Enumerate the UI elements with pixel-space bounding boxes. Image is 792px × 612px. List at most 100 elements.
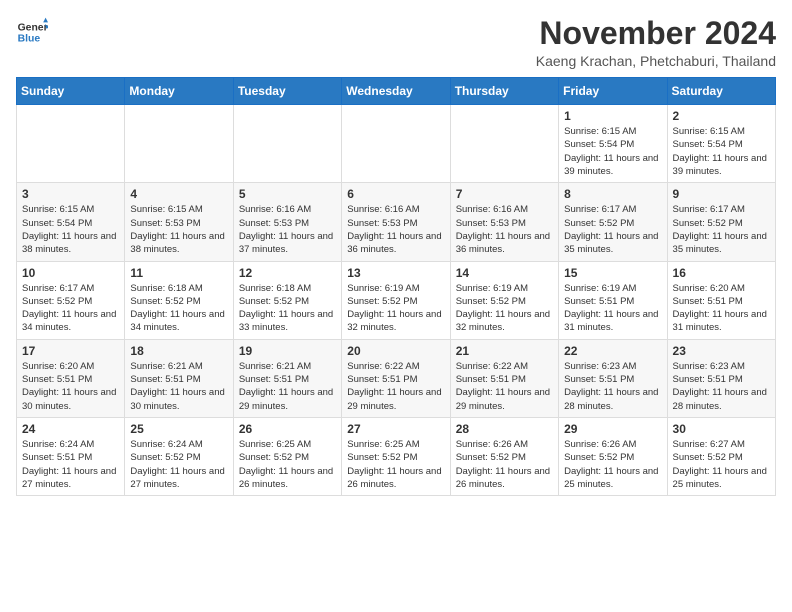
day-number: 19 xyxy=(239,344,336,358)
day-info: Sunrise: 6:20 AM Sunset: 5:51 PM Dayligh… xyxy=(673,282,770,335)
calendar-table: SundayMondayTuesdayWednesdayThursdayFrid… xyxy=(16,77,776,496)
calendar-cell: 21 Sunrise: 6:22 AM Sunset: 5:51 PM Dayli… xyxy=(450,339,558,417)
calendar-week-row: 17Sunrise: 6:20 AM Sunset: 5:51 PM Dayli… xyxy=(17,339,776,417)
weekday-header: Friday xyxy=(559,78,667,105)
day-number: 25 xyxy=(130,422,227,436)
calendar-week-row: 3Sunrise: 6:15 AM Sunset: 5:54 PM Daylig… xyxy=(17,183,776,261)
day-info: Sunrise: 6:22 AM Sunset: 5:51 PM Dayligh… xyxy=(456,360,553,413)
day-number: 7 xyxy=(456,187,553,201)
weekday-header: Saturday xyxy=(667,78,775,105)
day-number: 11 xyxy=(130,266,227,280)
day-info: Sunrise: 6:19 AM Sunset: 5:51 PM Dayligh… xyxy=(564,282,661,335)
title-area: November 2024 Kaeng Krachan, Phetchaburi… xyxy=(536,16,776,69)
calendar-cell: 24Sunrise: 6:24 AM Sunset: 5:51 PM Dayli… xyxy=(17,417,125,495)
day-info: Sunrise: 6:19 AM Sunset: 5:52 PM Dayligh… xyxy=(456,282,553,335)
calendar-cell: 14Sunrise: 6:19 AM Sunset: 5:52 PM Dayli… xyxy=(450,261,558,339)
calendar-cell: 13 Sunrise: 6:19 AM Sunset: 5:52 PM Dayli… xyxy=(342,261,450,339)
calendar-cell: 27Sunrise: 6:25 AM Sunset: 5:52 PM Dayli… xyxy=(342,417,450,495)
day-number: 30 xyxy=(673,422,770,436)
day-number: 12 xyxy=(239,266,336,280)
calendar-cell: 6 Sunrise: 6:16 AM Sunset: 5:53 PM Daylig… xyxy=(342,183,450,261)
calendar-cell: 19 Sunrise: 6:21 AM Sunset: 5:51 PM Dayli… xyxy=(233,339,341,417)
day-number: 26 xyxy=(239,422,336,436)
day-number: 27 xyxy=(347,422,444,436)
day-info: Sunrise: 6:15 AM Sunset: 5:54 PM Dayligh… xyxy=(564,125,661,178)
weekday-header: Wednesday xyxy=(342,78,450,105)
day-info: Sunrise: 6:24 AM Sunset: 5:52 PM Dayligh… xyxy=(130,438,227,491)
weekday-header: Monday xyxy=(125,78,233,105)
day-number: 13 xyxy=(347,266,444,280)
calendar-week-row: 24Sunrise: 6:24 AM Sunset: 5:51 PM Dayli… xyxy=(17,417,776,495)
calendar-cell: 8 Sunrise: 6:17 AM Sunset: 5:52 PM Daylig… xyxy=(559,183,667,261)
calendar-cell: 20 Sunrise: 6:22 AM Sunset: 5:51 PM Dayli… xyxy=(342,339,450,417)
day-info: Sunrise: 6:25 AM Sunset: 5:52 PM Dayligh… xyxy=(239,438,336,491)
day-number: 17 xyxy=(22,344,119,358)
page-header: General Blue November 2024 Kaeng Krachan… xyxy=(16,16,776,69)
calendar-cell: 9 Sunrise: 6:17 AM Sunset: 5:52 PM Daylig… xyxy=(667,183,775,261)
day-number: 23 xyxy=(673,344,770,358)
day-number: 4 xyxy=(130,187,227,201)
day-number: 9 xyxy=(673,187,770,201)
day-number: 16 xyxy=(673,266,770,280)
day-info: Sunrise: 6:15 AM Sunset: 5:53 PM Dayligh… xyxy=(130,203,227,256)
calendar-cell xyxy=(233,105,341,183)
svg-text:Blue: Blue xyxy=(18,34,41,45)
page-title: November 2024 xyxy=(536,16,776,51)
day-info: Sunrise: 6:22 AM Sunset: 5:51 PM Dayligh… xyxy=(347,360,444,413)
day-number: 20 xyxy=(347,344,444,358)
day-info: Sunrise: 6:16 AM Sunset: 5:53 PM Dayligh… xyxy=(347,203,444,256)
day-info: Sunrise: 6:17 AM Sunset: 5:52 PM Dayligh… xyxy=(22,282,119,335)
logo: General Blue xyxy=(16,16,48,48)
day-number: 1 xyxy=(564,109,661,123)
weekday-header: Sunday xyxy=(17,78,125,105)
day-number: 24 xyxy=(22,422,119,436)
calendar-cell: 29 Sunrise: 6:26 AM Sunset: 5:52 PM Dayli… xyxy=(559,417,667,495)
day-number: 5 xyxy=(239,187,336,201)
calendar-cell: 11Sunrise: 6:18 AM Sunset: 5:52 PM Dayli… xyxy=(125,261,233,339)
calendar-cell: 26 Sunrise: 6:25 AM Sunset: 5:52 PM Dayli… xyxy=(233,417,341,495)
day-info: Sunrise: 6:23 AM Sunset: 5:51 PM Dayligh… xyxy=(673,360,770,413)
calendar-cell: 17Sunrise: 6:20 AM Sunset: 5:51 PM Dayli… xyxy=(17,339,125,417)
day-info: Sunrise: 6:18 AM Sunset: 5:52 PM Dayligh… xyxy=(239,282,336,335)
day-info: Sunrise: 6:17 AM Sunset: 5:52 PM Dayligh… xyxy=(564,203,661,256)
calendar-cell: 28 Sunrise: 6:26 AM Sunset: 5:52 PM Dayli… xyxy=(450,417,558,495)
calendar-cell: 30 Sunrise: 6:27 AM Sunset: 5:52 PM Dayli… xyxy=(667,417,775,495)
page-subtitle: Kaeng Krachan, Phetchaburi, Thailand xyxy=(536,53,776,69)
calendar-cell xyxy=(450,105,558,183)
day-number: 21 xyxy=(456,344,553,358)
day-number: 8 xyxy=(564,187,661,201)
day-info: Sunrise: 6:15 AM Sunset: 5:54 PM Dayligh… xyxy=(673,125,770,178)
calendar-cell: 15Sunrise: 6:19 AM Sunset: 5:51 PM Dayli… xyxy=(559,261,667,339)
day-info: Sunrise: 6:16 AM Sunset: 5:53 PM Dayligh… xyxy=(456,203,553,256)
day-info: Sunrise: 6:27 AM Sunset: 5:52 PM Dayligh… xyxy=(673,438,770,491)
day-info: Sunrise: 6:16 AM Sunset: 5:53 PM Dayligh… xyxy=(239,203,336,256)
calendar-cell xyxy=(125,105,233,183)
calendar-cell: 22Sunrise: 6:23 AM Sunset: 5:51 PM Dayli… xyxy=(559,339,667,417)
calendar-cell: 25 Sunrise: 6:24 AM Sunset: 5:52 PM Dayli… xyxy=(125,417,233,495)
day-info: Sunrise: 6:17 AM Sunset: 5:52 PM Dayligh… xyxy=(673,203,770,256)
day-info: Sunrise: 6:21 AM Sunset: 5:51 PM Dayligh… xyxy=(130,360,227,413)
day-info: Sunrise: 6:15 AM Sunset: 5:54 PM Dayligh… xyxy=(22,203,119,256)
day-info: Sunrise: 6:19 AM Sunset: 5:52 PM Dayligh… xyxy=(347,282,444,335)
calendar-cell xyxy=(17,105,125,183)
day-info: Sunrise: 6:26 AM Sunset: 5:52 PM Dayligh… xyxy=(564,438,661,491)
day-number: 29 xyxy=(564,422,661,436)
day-number: 18 xyxy=(130,344,227,358)
calendar-cell: 18 Sunrise: 6:21 AM Sunset: 5:51 PM Dayli… xyxy=(125,339,233,417)
calendar-cell: 12 Sunrise: 6:18 AM Sunset: 5:52 PM Dayli… xyxy=(233,261,341,339)
day-info: Sunrise: 6:23 AM Sunset: 5:51 PM Dayligh… xyxy=(564,360,661,413)
calendar-cell xyxy=(342,105,450,183)
day-info: Sunrise: 6:26 AM Sunset: 5:52 PM Dayligh… xyxy=(456,438,553,491)
calendar-week-row: 10Sunrise: 6:17 AM Sunset: 5:52 PM Dayli… xyxy=(17,261,776,339)
day-number: 6 xyxy=(347,187,444,201)
logo-icon: General Blue xyxy=(16,16,48,48)
calendar-cell: 16 Sunrise: 6:20 AM Sunset: 5:51 PM Dayli… xyxy=(667,261,775,339)
calendar-cell: 2 Sunrise: 6:15 AM Sunset: 5:54 PM Daylig… xyxy=(667,105,775,183)
calendar-cell: 23 Sunrise: 6:23 AM Sunset: 5:51 PM Dayli… xyxy=(667,339,775,417)
calendar-week-row: 1 Sunrise: 6:15 AM Sunset: 5:54 PM Daylig… xyxy=(17,105,776,183)
day-number: 2 xyxy=(673,109,770,123)
calendar-header-row: SundayMondayTuesdayWednesdayThursdayFrid… xyxy=(17,78,776,105)
day-info: Sunrise: 6:21 AM Sunset: 5:51 PM Dayligh… xyxy=(239,360,336,413)
day-number: 28 xyxy=(456,422,553,436)
calendar-cell: 5 Sunrise: 6:16 AM Sunset: 5:53 PM Daylig… xyxy=(233,183,341,261)
